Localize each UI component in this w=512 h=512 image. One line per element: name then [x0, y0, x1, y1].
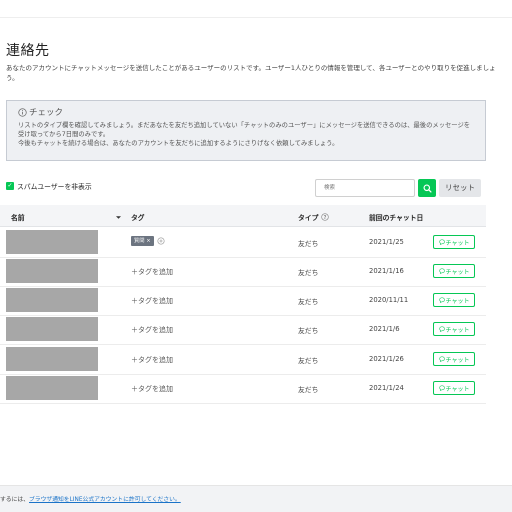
add-tag-link[interactable]: ＋タグを追加 [131, 355, 173, 365]
tag-chip-label: 質問 [134, 238, 145, 244]
table-row[interactable]: ＋タグを追加 友だち 2021/1/6 チャット [0, 315, 486, 345]
table-row[interactable]: ＋タグを追加 友だち 2021/1/26 チャット [0, 345, 486, 375]
avatar[interactable] [6, 376, 98, 400]
header-tag-label: タグ [131, 214, 145, 222]
chat-button[interactable]: チャット [433, 352, 475, 366]
page-description: あなたのアカウントにチャットメッセージを送信したことがあるユーザーのリストです。… [6, 64, 496, 82]
help-circle-icon[interactable]: ? [321, 213, 330, 221]
chat-bubble-icon [438, 385, 445, 391]
notification-permission-link[interactable]: ブラウザ通知をLINE公式アカウントに許可してください。 [29, 497, 181, 503]
hide-spam-label: スパムユーザーを非表示 [17, 183, 92, 191]
table-header: 名前 タグ タイプ ? 前回のチャット日 [0, 205, 486, 227]
chat-bubble-icon [438, 326, 445, 332]
tag-chip[interactable]: 質問 × [131, 236, 154, 246]
check-notice-title-text: チェック [29, 108, 64, 118]
last-chat-date: 2020/11/11 [369, 296, 409, 304]
hide-spam-toggle[interactable]: ✓ スパムユーザーを非表示 [6, 181, 92, 191]
table-row[interactable]: 質問 × 友だち 2021/1/25 チャット [0, 228, 486, 258]
chat-button[interactable]: チャット [433, 381, 475, 395]
header-last-chat-label: 前回のチャット日 [369, 214, 424, 222]
type-cell: 友だち [298, 269, 319, 277]
footer-notification-bar: するには、ブラウザ通知をLINE公式アカウントに許可してください。 [0, 485, 512, 512]
type-cell: 友だち [298, 327, 319, 335]
last-chat-date: 2021/1/6 [369, 325, 400, 333]
table-row[interactable]: ＋タグを追加 友だち 2021/1/24 チャット [0, 374, 486, 404]
chat-button[interactable]: チャット [433, 322, 475, 336]
type-cell: 友だち [298, 357, 319, 365]
chat-button-label: チャット [445, 326, 470, 334]
svg-text:?: ? [324, 215, 327, 221]
search-icon [418, 179, 436, 197]
sort-arrow-icon[interactable] [116, 215, 121, 220]
avatar[interactable] [6, 288, 98, 312]
tag-cell: 質問 × [131, 236, 165, 246]
add-tag-link[interactable]: ＋タグを追加 [131, 325, 173, 335]
type-cell: 友だち [298, 386, 319, 394]
close-icon[interactable]: × [146, 238, 150, 244]
table-row[interactable]: ＋タグを追加 友だち 2021/1/16 チャット [0, 257, 486, 287]
add-tag-link[interactable]: ＋タグを追加 [131, 296, 173, 306]
type-cell: 友だち [298, 298, 319, 306]
top-navigation-bar [0, 0, 512, 18]
chat-button[interactable]: チャット [433, 264, 475, 278]
header-last-chat: 前回のチャット日 [369, 212, 423, 222]
footer-prefix: するには、 [0, 497, 29, 503]
check-notice-text: リストのタイプ欄を確認してみましょう。まだあなたを友だち追加していない「チャット… [18, 122, 471, 138]
header-name-label: 名前 [11, 214, 25, 222]
chat-button-label: チャット [445, 385, 470, 393]
avatar[interactable] [6, 259, 98, 283]
plus-circle-icon[interactable] [157, 237, 165, 245]
header-type-label: タイプ [298, 214, 319, 222]
page-title: 連絡先 [6, 43, 50, 59]
check-notice: チェック リストのタイプ欄を確認してみましょう。まだあなたを友だち追加していない… [6, 100, 486, 161]
chat-button-label: チャット [445, 356, 470, 364]
footer-text: するには、ブラウザ通知をLINE公式アカウントに許可してください。 [0, 494, 181, 503]
avatar[interactable] [6, 317, 98, 341]
check-notice-text-2: 今後もチャットを続ける場合は、あなたのアカウントを友だちに追加するようにさりげな… [18, 140, 339, 147]
search-input[interactable] [315, 179, 415, 197]
header-tag[interactable]: タグ [116, 212, 145, 222]
reset-button[interactable]: リセット [439, 179, 481, 197]
header-name: 名前 [11, 212, 25, 222]
chat-bubble-icon [438, 239, 445, 245]
last-chat-date: 2021/1/26 [369, 355, 404, 363]
chat-button-label: チャット [445, 239, 470, 247]
add-tag-link[interactable]: ＋タグを追加 [131, 384, 173, 394]
last-chat-date: 2021/1/16 [369, 267, 404, 275]
search-button[interactable] [418, 179, 436, 197]
last-chat-date: 2021/1/25 [369, 238, 404, 246]
check-notice-title: チェック [18, 106, 474, 118]
chat-bubble-icon [438, 297, 445, 303]
chat-button[interactable]: チャット [433, 293, 475, 307]
chat-button-label: チャット [445, 297, 470, 305]
avatar[interactable] [6, 347, 98, 371]
chat-button[interactable]: チャット [433, 235, 475, 249]
info-circle-icon [18, 107, 27, 117]
avatar[interactable] [6, 230, 98, 254]
chat-bubble-icon [438, 356, 445, 362]
chat-button-label: チャット [445, 268, 470, 276]
checkbox-checked-icon[interactable]: ✓ [6, 182, 14, 190]
chat-bubble-icon [438, 268, 445, 274]
table-row[interactable]: ＋タグを追加 友だち 2020/11/11 チャット [0, 286, 486, 316]
type-cell: 友だち [298, 240, 319, 248]
add-tag-link[interactable]: ＋タグを追加 [131, 267, 173, 277]
last-chat-date: 2021/1/24 [369, 384, 404, 392]
header-type: タイプ ? [298, 212, 330, 222]
